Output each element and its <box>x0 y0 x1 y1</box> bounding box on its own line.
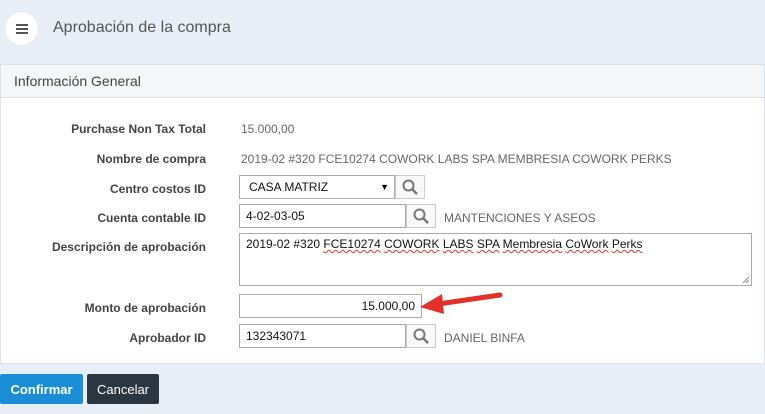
approver-label: Aprobador ID <box>129 331 206 345</box>
account-search-button[interactable] <box>406 204 436 228</box>
purchase-non-tax-total-label: Purchase Non Tax Total <box>71 122 206 136</box>
approver-name: DANIEL BINFA <box>444 331 525 345</box>
account-label: Cuenta contable ID <box>97 211 206 225</box>
general-info-panel: Información General Purchase Non Tax Tot… <box>0 64 765 364</box>
description-text: LABS <box>442 237 474 251</box>
cost-center-search-button[interactable] <box>395 175 425 199</box>
description-text: Membresia <box>502 237 563 251</box>
chevron-down-icon: ▼ <box>380 182 389 192</box>
cost-center-label: Centro costos ID <box>109 182 206 196</box>
cancel-button[interactable]: Cancelar <box>87 374 159 404</box>
account-description: MANTENCIONES Y ASEOS <box>444 211 596 225</box>
hamburger-icon <box>15 23 28 34</box>
search-icon <box>402 179 418 195</box>
confirm-button[interactable]: Confirmar <box>0 374 83 404</box>
section-title: Información General <box>1 65 764 98</box>
description-text: FCE10274 <box>323 237 381 251</box>
approver-search-button[interactable] <box>406 324 436 348</box>
cost-center-select[interactable]: CASA MATRIZ ▼ <box>239 175 395 199</box>
description-text: CoWork <box>565 237 609 251</box>
approval-amount-input[interactable]: 15.000,00 <box>239 294 422 318</box>
cost-center-selected: CASA MATRIZ <box>249 180 329 194</box>
approval-description-textarea[interactable]: 2019-02 #320 FCE10274 COWORK LABS SPA Me… <box>239 233 752 286</box>
approval-amount-label: Monto de aprobación <box>84 301 206 315</box>
description-text: Perks <box>611 237 643 251</box>
purchase-name-label: Nombre de compra <box>96 152 206 166</box>
description-text: COWORK <box>384 237 440 251</box>
description-text: 2019-02 #320 <box>246 237 324 251</box>
top-bar: Aprobación de la compra <box>0 0 765 60</box>
approval-description-label: Descripción de aprobación <box>51 240 206 254</box>
purchase-non-tax-total-value: 15.000,00 <box>241 122 295 136</box>
search-icon <box>413 328 429 344</box>
red-arrow-icon <box>420 292 503 314</box>
resize-grip-icon[interactable] <box>742 276 750 284</box>
description-text: SPA <box>476 237 500 251</box>
account-input[interactable]: 4-02-03-05 <box>239 204 406 228</box>
menu-button[interactable] <box>5 12 38 45</box>
page-title: Aprobación de la compra <box>53 19 231 36</box>
approver-input[interactable]: 132343071 <box>239 324 406 348</box>
search-icon <box>413 208 429 224</box>
purchase-name-value: 2019-02 #320 FCE10274 COWORK LABS SPA ME… <box>241 152 672 166</box>
